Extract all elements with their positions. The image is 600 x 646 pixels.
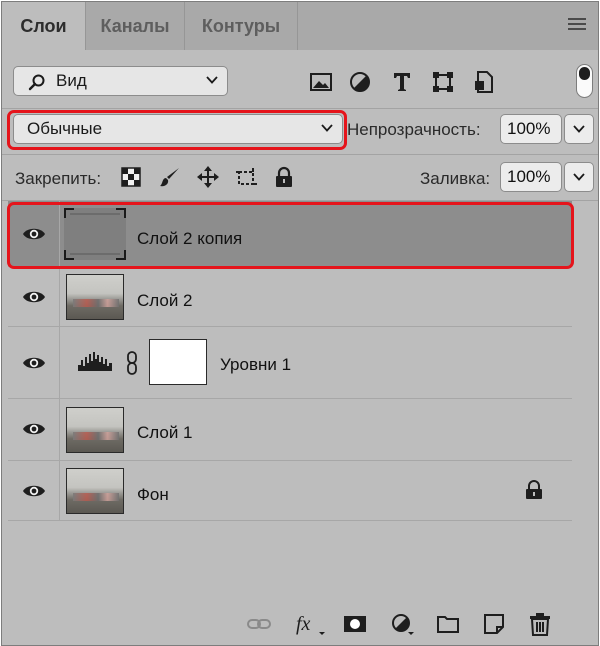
filter-toggle[interactable] — [576, 64, 593, 98]
eye-icon — [23, 357, 45, 369]
opacity-field[interactable]: 100% — [500, 114, 562, 144]
opacity-dropdown-button[interactable] — [564, 114, 594, 144]
tab-channels[interactable]: Каналы — [86, 2, 184, 50]
chain-link-icon — [127, 351, 137, 375]
fill-label: Заливка: — [420, 169, 491, 188]
levels-histogram-icon — [78, 352, 112, 371]
layer-row-adjustment[interactable]: Уровни 1 — [8, 327, 572, 399]
visibility-cell[interactable] — [8, 399, 60, 460]
highlight-frame — [7, 202, 574, 269]
layer-name: Уровни 1 — [220, 355, 292, 374]
shape-filter-icon[interactable] — [431, 70, 455, 94]
chevron-down-icon — [206, 76, 218, 84]
layer-thumbnail — [66, 274, 124, 320]
layer-thumbnail — [66, 468, 124, 514]
filter-kind-value: Вид — [56, 71, 87, 90]
svg-text:fx: fx — [296, 613, 311, 635]
layer-name: Слой 2 — [137, 291, 193, 310]
visibility-cell[interactable] — [8, 267, 60, 326]
layer-thumbnail — [66, 407, 124, 453]
highlight-frame — [7, 110, 347, 150]
mask-icon[interactable] — [343, 612, 367, 636]
layer-row-background[interactable]: Фон — [8, 461, 572, 521]
tab-layers[interactable]: Слои — [2, 2, 85, 50]
tab-divider — [297, 2, 298, 50]
search-icon — [28, 74, 45, 91]
lock-label: Закрепить: — [15, 169, 102, 188]
move-icon[interactable] — [197, 166, 219, 188]
chevron-down-icon — [573, 173, 585, 181]
adjustment-filter-icon[interactable] — [348, 70, 372, 94]
adjustment-layer-icon[interactable] — [390, 612, 414, 636]
opacity-label: Непрозрачность: — [347, 120, 481, 139]
tab-bar: Слои Каналы Контуры — [2, 2, 598, 50]
layer-name: Слой 1 — [137, 423, 193, 442]
new-layer-icon[interactable] — [482, 612, 506, 636]
tab-paths[interactable]: Контуры — [185, 2, 297, 50]
eye-icon — [23, 423, 45, 435]
mask-thumbnail — [149, 339, 207, 385]
artboard-icon[interactable] — [235, 166, 257, 188]
fx-icon[interactable]: fx — [295, 612, 325, 636]
visibility-cell[interactable] — [8, 461, 60, 520]
divider — [2, 154, 598, 155]
visibility-cell[interactable] — [8, 327, 60, 398]
layers-panel: Слои Каналы Контуры Вид Обычные Непрозра… — [1, 1, 599, 646]
image-filter-icon[interactable] — [309, 70, 333, 94]
eye-icon — [23, 291, 45, 303]
fill-dropdown-button[interactable] — [564, 162, 594, 192]
type-filter-icon[interactable] — [390, 70, 414, 94]
chevron-down-icon — [573, 125, 585, 133]
folder-icon[interactable] — [436, 612, 460, 636]
divider — [2, 108, 598, 109]
smart-object-filter-icon[interactable] — [472, 70, 496, 94]
filter-kind-dropdown[interactable]: Вид — [13, 66, 228, 96]
layer-row[interactable]: Слой 1 — [8, 399, 572, 461]
eye-icon — [23, 485, 45, 497]
lock-transparent-icon[interactable] — [120, 166, 142, 188]
trash-icon[interactable] — [528, 612, 552, 636]
panel-menu-icon[interactable] — [568, 18, 586, 32]
fill-field[interactable]: 100% — [500, 162, 562, 192]
layer-lock-icon — [526, 480, 542, 499]
link-icon[interactable] — [247, 612, 271, 636]
brush-icon[interactable] — [159, 166, 181, 188]
layer-row[interactable]: Слой 2 — [8, 267, 572, 327]
layer-name: Фон — [137, 485, 169, 504]
lock-icon[interactable] — [273, 166, 295, 188]
